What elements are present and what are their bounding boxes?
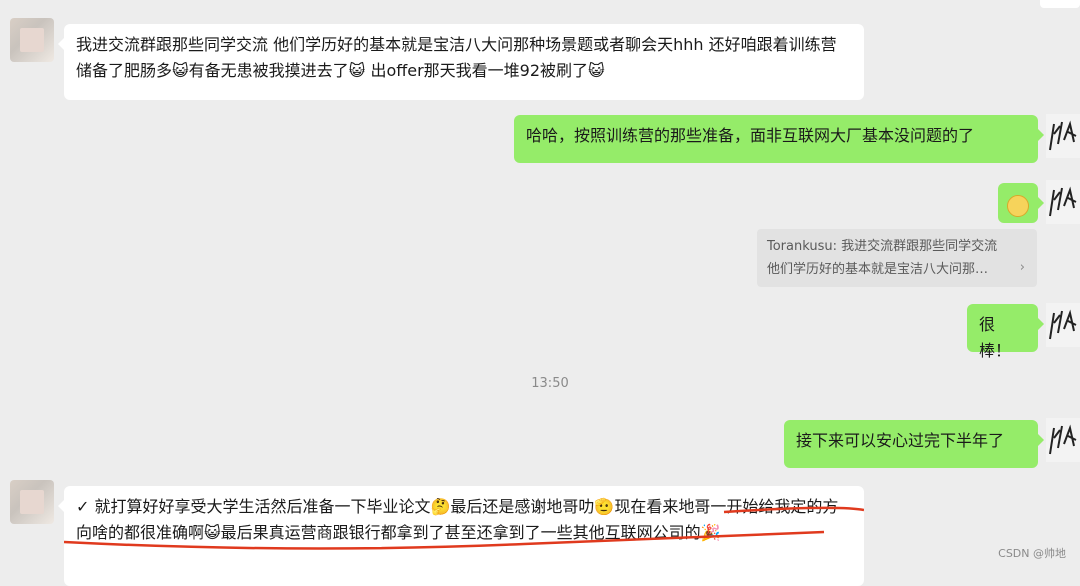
quote-line: 他们学历好的基本就是宝洁八大问那… — [767, 262, 989, 277]
contact-avatar[interactable] — [10, 18, 54, 62]
message-bubble-right[interactable]: 哈哈，按照训练营的那些准备，面非互联网大厂基本没问题的了 — [514, 115, 1044, 163]
contact-avatar[interactable] — [10, 480, 54, 524]
message-bubble-left[interactable]: ✓ 就打算好好享受大学生活然后准备一下毕业论文🤔最后还是感谢地哥叻🫡现在看来地哥… — [58, 486, 864, 586]
self-avatar[interactable] — [1046, 180, 1080, 224]
message-text: 我进交流群跟那些同学交流 他们学历好的基本就是宝洁八大问那种场景题或者聊会天hh… — [76, 35, 837, 80]
signature-avatar-icon — [1049, 309, 1077, 340]
watermark: CSDN @帅地 — [998, 547, 1066, 560]
self-avatar[interactable] — [1046, 303, 1080, 347]
signature-avatar-icon — [1049, 120, 1077, 151]
message-bubble-left[interactable]: 我进交流群跟那些同学交流 他们学历好的基本就是宝洁八大问那种场景题或者聊会天hh… — [58, 24, 864, 100]
quoted-message[interactable]: Torankusu: 我进交流群跟那些同学交流 他们学历好的基本就是宝洁八大问那… — [757, 229, 1037, 287]
self-avatar[interactable] — [1046, 114, 1080, 158]
message-bubble-right[interactable]: 很棒！ — [967, 304, 1044, 360]
message-text: 哈哈，按照训练营的那些准备，面非互联网大厂基本没问题的了 — [526, 126, 975, 145]
self-avatar[interactable] — [1046, 418, 1080, 462]
message-text: 接下来可以安心过完下半年了 — [796, 431, 1005, 450]
message-text: ✓ 就打算好好享受大学生活然后准备一下毕业论文🤔最后还是感谢地哥叻🫡现在看来地哥… — [76, 497, 839, 542]
chevron-right-icon[interactable]: › — [1020, 256, 1025, 279]
top-bubble-edge — [1040, 0, 1080, 8]
message-bubble-right[interactable]: 接下来可以安心过完下半年了 — [784, 420, 1044, 468]
quote-line: Torankusu: 我进交流群跟那些同学交流 — [767, 239, 998, 254]
smiling-face-emoji-icon — [1007, 194, 1029, 217]
message-text: 很棒！ — [979, 315, 1012, 360]
signature-avatar-icon — [1049, 424, 1077, 455]
sticker-bubble[interactable] — [998, 183, 1044, 223]
signature-avatar-icon — [1049, 186, 1077, 217]
timestamp: 13:50 — [531, 376, 569, 391]
